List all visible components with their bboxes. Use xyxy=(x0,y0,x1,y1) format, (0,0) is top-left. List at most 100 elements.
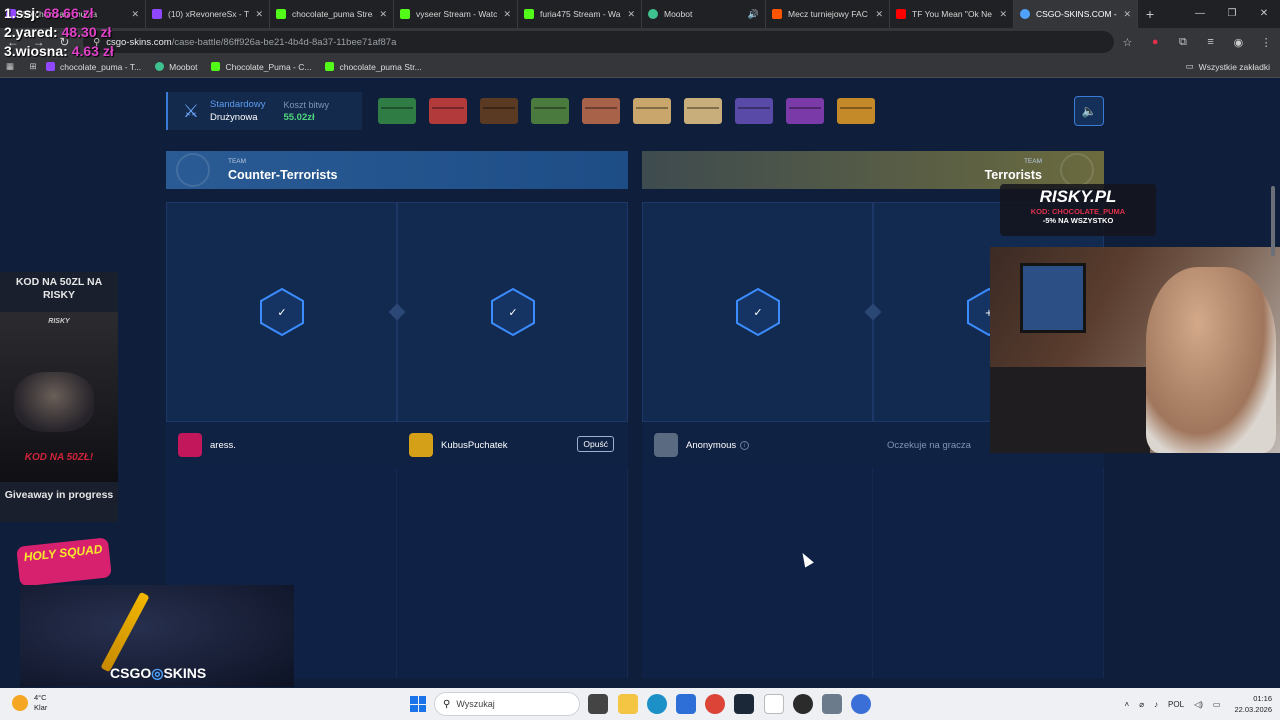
minimize-icon[interactable]: — xyxy=(1184,0,1216,28)
case-item[interactable] xyxy=(633,98,671,124)
scrollbar-thumb[interactable] xyxy=(1271,186,1275,256)
new-tab-button[interactable]: + xyxy=(1138,6,1162,22)
speaker-icon: 🔈 xyxy=(1081,104,1097,118)
bookmark[interactable]: Chocolate_Puma - C... xyxy=(211,62,311,72)
bookmark[interactable]: chocolate_puma - T... xyxy=(46,62,141,72)
browser-tab[interactable]: chocolate_puma Strea ✕ xyxy=(270,0,394,28)
puzzle-icon[interactable]: ⧉ xyxy=(1169,36,1197,49)
close-icon[interactable]: ✕ xyxy=(503,9,511,20)
case-item[interactable] xyxy=(429,98,467,124)
leaderboard-row: 3.wiosna: 4.63 zł xyxy=(4,43,114,59)
leave-button[interactable]: Opuść xyxy=(577,436,614,452)
ready-check-icon: ✓ xyxy=(490,287,536,337)
bookmark[interactable]: Moobot xyxy=(155,62,197,72)
profile-avatar[interactable]: ◉ xyxy=(1225,36,1253,49)
battle-mode: Standardowy Drużynowa xyxy=(210,99,265,123)
svg-text:✓: ✓ xyxy=(753,306,762,319)
battery-icon[interactable]: ▭ xyxy=(1213,700,1221,709)
edge-icon[interactable] xyxy=(647,694,667,714)
case-item[interactable] xyxy=(735,98,773,124)
risky-sponsor-banner: RISKY.PL KOD: CHOCOLATE_PUMA -5% NA WSZY… xyxy=(1000,184,1156,236)
case-item[interactable] xyxy=(837,98,875,124)
weather-widget[interactable]: 4°C Klar xyxy=(12,693,47,713)
risky-name: RISKY.PL xyxy=(1039,187,1117,206)
browser-tab[interactable]: furia475 Stream - Wa ✕ xyxy=(518,0,642,28)
cost-value: 55.02zł xyxy=(283,111,315,123)
microphone-icon[interactable]: ♪ xyxy=(1154,700,1158,709)
taskbar-search[interactable]: ⚲ Wyszukaj xyxy=(434,692,580,716)
webcam-feed xyxy=(990,247,1280,453)
player-slot: ✓ xyxy=(397,202,628,422)
case-item[interactable] xyxy=(582,98,620,124)
sound-toggle-button[interactable]: 🔈 xyxy=(1074,96,1104,126)
browser-tab-active[interactable]: CSGO-SKINS.COM - ✕ xyxy=(1014,0,1138,28)
twitch-icon xyxy=(152,9,162,19)
close-icon[interactable]: ✕ xyxy=(255,9,263,20)
start-button[interactable] xyxy=(410,696,426,712)
chevron-up-icon[interactable]: ˄ xyxy=(1125,700,1130,709)
waiting-label: Oczekuje na gracza xyxy=(887,439,971,451)
close-icon[interactable]: ✕ xyxy=(999,9,1007,20)
tab-group-icon[interactable]: ▦ xyxy=(0,61,20,72)
close-icon[interactable]: ✕ xyxy=(379,9,387,20)
apps-icon[interactable]: ⊞ xyxy=(20,61,46,72)
folder-icon: ▭ xyxy=(1185,61,1194,71)
player-name: KubusPuchatek xyxy=(441,439,508,451)
kick-icon xyxy=(325,62,335,71)
media-icon[interactable]: ≡ xyxy=(1197,36,1225,48)
maximize-icon[interactable]: ❐ xyxy=(1216,0,1248,28)
volume-icon[interactable]: ◁) xyxy=(1194,700,1203,709)
risky-discount: -5% NA WSZYSTKO xyxy=(1042,216,1114,225)
case-list xyxy=(378,98,888,124)
case-item[interactable] xyxy=(531,98,569,124)
promo-panel: KOD NA 50ZL NA RISKY RISKY KOD NA 50ZŁ! … xyxy=(0,272,118,522)
player-name: aress. xyxy=(210,439,236,451)
browser-tab[interactable]: TF You Mean "Ok Ne ✕ xyxy=(890,0,1014,28)
clock[interactable]: 01:16 22.03.2026 xyxy=(1234,693,1272,715)
kick-icon xyxy=(524,9,534,19)
system-tray: ˄ ⌀ ♪ POL ◁) ▭ 01:16 22.03.2026 xyxy=(1115,688,1272,720)
promo-code: KOD NA 50ZŁ! xyxy=(24,452,94,463)
browser-tab-bar: (1) chocolate_puma ✕ (10) xRevonereSx - T… xyxy=(0,0,1280,28)
chrome-icon[interactable] xyxy=(705,694,725,714)
store-icon[interactable] xyxy=(676,694,696,714)
steam-icon[interactable] xyxy=(734,694,754,714)
file-explorer-icon[interactable] xyxy=(618,694,638,714)
browser-tab[interactable]: Mecz turniejowy FAC ✕ xyxy=(766,0,890,28)
csgo-skins-panel: CSGO◎SKINS xyxy=(20,585,294,687)
close-icon[interactable]: ✕ xyxy=(875,9,883,20)
app-icon[interactable] xyxy=(851,694,871,714)
notepad-icon[interactable] xyxy=(764,694,784,714)
case-item[interactable] xyxy=(684,98,722,124)
obs-icon[interactable] xyxy=(793,694,813,714)
star-icon[interactable]: ☆ xyxy=(1114,36,1142,49)
extension-icon[interactable]: ● xyxy=(1141,36,1169,48)
address-bar: ← → ↻ ⚲ csgo-skins.com/case-battle/86ff9… xyxy=(0,28,1280,56)
case-item[interactable] xyxy=(378,98,416,124)
close-icon[interactable]: ✕ xyxy=(131,9,139,20)
crossed-swords-icon: ⚔ xyxy=(182,101,200,121)
bookmark[interactable]: chocolate_puma Str... xyxy=(325,62,422,72)
speaker-icon[interactable]: 🔊 xyxy=(748,9,759,20)
network-icon[interactable]: ⌀ xyxy=(1139,700,1144,709)
browser-tab[interactable]: Moobot 🔊 xyxy=(642,0,766,28)
close-icon[interactable]: ✕ xyxy=(1123,9,1131,20)
moobot-icon xyxy=(155,62,165,71)
close-icon[interactable]: ✕ xyxy=(627,9,635,20)
case-item[interactable] xyxy=(480,98,518,124)
close-window-icon[interactable]: ✕ xyxy=(1248,0,1280,28)
webcam-streamer xyxy=(1146,267,1276,453)
risky-code: KOD: CHOCOLATE_PUMA xyxy=(1030,207,1126,216)
info-icon[interactable]: i xyxy=(740,440,750,450)
language-indicator[interactable]: POL xyxy=(1168,700,1184,709)
browser-tab[interactable]: vyseer Stream - Watc ✕ xyxy=(394,0,518,28)
url-field[interactable]: ⚲ csgo-skins.com/case-battle/86ff926a-be… xyxy=(83,31,1114,53)
settings-icon[interactable] xyxy=(822,694,842,714)
case-item[interactable] xyxy=(786,98,824,124)
browser-tab[interactable]: (10) xRevonereSx - Tw ✕ xyxy=(146,0,270,28)
all-bookmarks[interactable]: ▭ Wszystkie zakładki xyxy=(1186,61,1270,72)
ready-check-icon: ✓ xyxy=(259,287,305,337)
menu-icon[interactable]: ⋮ xyxy=(1252,36,1280,49)
task-view-icon[interactable] xyxy=(588,694,608,714)
leaderboard-row: 2.yared: 48.30 zł xyxy=(4,24,112,40)
